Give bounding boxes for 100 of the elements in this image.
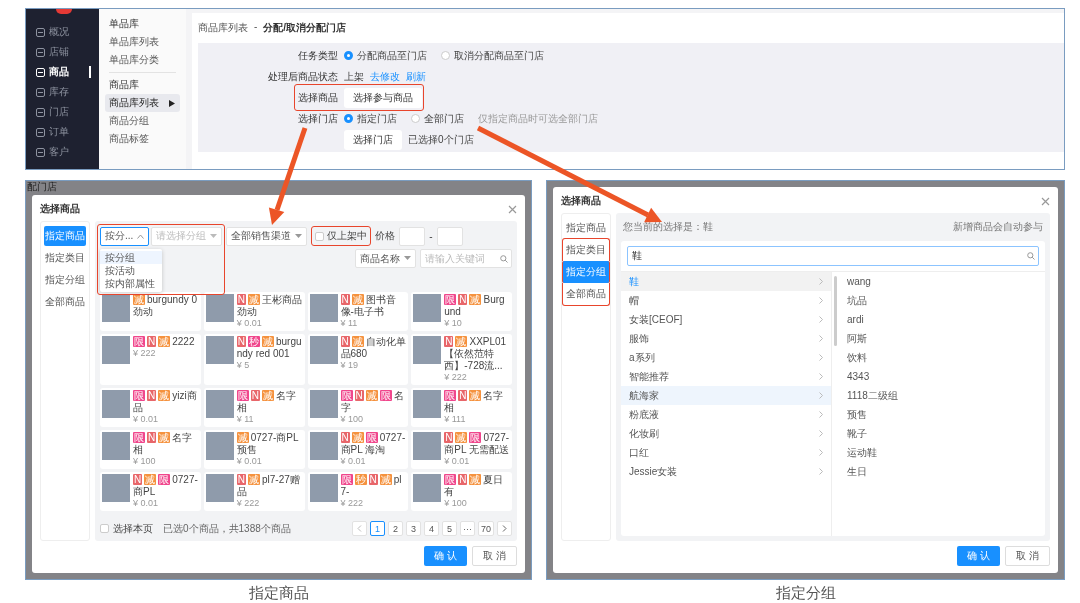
tab[interactable]: 全部商品 (44, 292, 86, 312)
group-option[interactable]: 女装[CEOF] (621, 310, 831, 329)
product-card[interactable]: N 减 自动化单品680 ¥ 19 (307, 334, 409, 385)
radio-button[interactable] (344, 114, 353, 123)
scrollbar[interactable] (834, 276, 837, 346)
select-store-button[interactable]: 选择门店 (344, 129, 402, 150)
submenu-item[interactable]: 商品分组 (105, 112, 180, 130)
subgroup-option[interactable]: wang (839, 272, 1045, 291)
radio-option[interactable]: 全部门店 (411, 111, 464, 126)
sidebar-item[interactable]: 门店 (26, 102, 99, 122)
submenu-item[interactable]: 单品库列表 (105, 33, 180, 51)
checkbox[interactable] (100, 524, 109, 533)
subgroup-option[interactable]: ardi (839, 310, 1045, 329)
page-button[interactable]: 3 (406, 521, 421, 536)
subgroup-option[interactable]: 1118二级组 (839, 386, 1045, 405)
radio-button[interactable] (344, 51, 353, 60)
sidebar-item[interactable]: 客户 (26, 142, 99, 162)
select-goods-button[interactable]: 选择参与商品 (344, 87, 422, 108)
subgroup-option[interactable]: 靴子 (839, 424, 1045, 443)
product-card[interactable]: N 减 限 0727-商PL 无需配送 ¥ 0.01 (411, 430, 512, 469)
product-card[interactable]: 限 N 减 名字相 ¥ 111 (411, 388, 512, 427)
product-price: ¥ 19 (340, 360, 360, 371)
product-card[interactable]: N 减 王彬商品劲动 ¥ 0.01 (203, 292, 305, 331)
product-card[interactable]: 限 N 减 2222 ¥ 222 (100, 334, 201, 385)
radio-option[interactable]: 分配商品至门店 (344, 48, 427, 63)
close-icon[interactable] (508, 204, 517, 214)
product-card[interactable]: 限 N 减 Burgund ¥ 10 (411, 292, 512, 331)
page-button[interactable]: 5 (442, 521, 457, 536)
group-option[interactable]: 服饰 (621, 329, 831, 348)
mode-select[interactable]: 按分... (100, 226, 150, 246)
product-card[interactable]: 限 N 减 yizi商品 ¥ 0.01 (100, 388, 201, 427)
sidebar-item[interactable]: 商品 (26, 62, 99, 82)
keyword-field[interactable]: 请输入关键词 (420, 249, 512, 268)
submenu-item[interactable]: 商品标签 (105, 130, 180, 148)
previous-page-button[interactable] (352, 521, 367, 536)
page-button[interactable]: ··· (460, 521, 475, 536)
product-price: ¥ 111 (444, 414, 467, 425)
dropdown-option[interactable]: 按活动 (100, 263, 162, 277)
product-card[interactable]: N 减 限 0727-商PL ¥ 0.01 (100, 472, 201, 511)
breadcrumb-link[interactable]: 商品库列表 (198, 21, 248, 35)
cancel-button[interactable]: 取 消 (472, 546, 517, 566)
next-page-button[interactable] (497, 521, 512, 536)
radio-option[interactable]: 取消分配商品至门店 (441, 48, 544, 63)
product-card[interactable]: 限 N 减 夏日有 ¥ 100 (411, 472, 512, 511)
product-card[interactable]: 限 秒 N 减 pl7- ¥ 222 (307, 472, 409, 511)
product-card[interactable]: 限 N 减 名字相 ¥ 100 (100, 430, 201, 469)
checkbox[interactable] (315, 231, 325, 241)
product-card[interactable]: N 减 pl7-27赠品 ¥ 222 (203, 472, 305, 511)
product-card[interactable]: N 减 限 0727-商PL 海淘 ¥ 0.01 (307, 430, 409, 469)
radio-button[interactable] (411, 114, 420, 123)
page-button[interactable]: 2 (388, 521, 403, 536)
submenu-item[interactable]: 单品库分类 (105, 51, 180, 69)
product-name: 限 N 减 限 名字 (340, 390, 405, 414)
radio-option[interactable]: 指定门店 (344, 111, 397, 126)
subgroup-option[interactable]: 预售 (839, 405, 1045, 424)
product-card[interactable]: N 秒 减 burgundy red 001 ¥ 5 (203, 334, 305, 385)
menu-item-icon (36, 47, 45, 57)
tab[interactable]: 指定分组 (44, 270, 86, 290)
group-option[interactable]: 化妆刷 (621, 424, 831, 443)
min-price-field[interactable] (399, 226, 426, 246)
group-option[interactable]: 智能推荐 (621, 367, 831, 386)
max-price-field[interactable] (436, 226, 463, 246)
search-field[interactable]: 鞋 (627, 246, 1039, 266)
subgroup-option[interactable]: 饮料 (839, 348, 1045, 367)
submenu-item[interactable]: 商品库列表 (105, 94, 180, 112)
cancel-button[interactable]: 取 消 (1005, 546, 1050, 566)
close-icon[interactable] (1041, 196, 1050, 206)
sidebar-item[interactable]: 订单 (26, 122, 99, 142)
subgroup-option[interactable]: 4343 (839, 367, 1045, 386)
group-option[interactable]: 航海家 (621, 386, 831, 405)
product-price: ¥ 0.01 (236, 456, 263, 467)
product-card[interactable]: 减 0727-商PL 预售 ¥ 0.01 (203, 430, 305, 469)
sidebar-item[interactable]: 库存 (26, 82, 99, 102)
tab[interactable]: 指定商品 (562, 218, 610, 238)
subgroup-option[interactable]: 阿斯 (839, 329, 1045, 348)
group-option[interactable]: 粉底液 (621, 405, 831, 424)
group-option[interactable]: Jessie女装 (621, 462, 831, 481)
product-card[interactable]: 限 N 减 限 名字 ¥ 100 (307, 388, 409, 427)
product-name: 限 N 减 名字相 (133, 432, 194, 456)
sidebar-item[interactable]: 店铺 (26, 42, 99, 62)
product-card[interactable]: N 减 图书音像-电子书 ¥ 11 (307, 292, 409, 331)
tab[interactable]: 全部商品 (562, 283, 610, 306)
subgroup-option[interactable]: 生日 (839, 462, 1045, 481)
tab[interactable]: 指定类目 (44, 248, 86, 268)
product-card[interactable]: 限 N 减 名字相 ¥ 11 (203, 388, 305, 427)
subgroup-option[interactable]: 坑品 (839, 291, 1045, 310)
subgroup-option[interactable]: 运动鞋 (839, 443, 1045, 462)
radio-button[interactable] (441, 51, 450, 60)
page-button[interactable]: 70 (478, 521, 494, 536)
channel-select[interactable]: 全部销售渠道 (226, 226, 308, 246)
field-select[interactable]: 商品名称 (355, 249, 416, 268)
dropdown-option[interactable]: 按分组 (100, 250, 162, 264)
group-option[interactable]: 帽 (621, 291, 831, 310)
group-option[interactable]: 口红 (621, 443, 831, 462)
product-card[interactable]: N 减 XXPL01【依然范特西】-728流... ¥ 222 (411, 334, 512, 385)
sidebar-item[interactable]: 概况 (26, 22, 99, 42)
product-card[interactable]: 减 burgundy 0 劲动 (100, 292, 201, 331)
group-option[interactable]: a系列 (621, 348, 831, 367)
page-button[interactable]: 4 (424, 521, 439, 536)
dropdown-option[interactable]: 按内部属性 (100, 276, 162, 290)
